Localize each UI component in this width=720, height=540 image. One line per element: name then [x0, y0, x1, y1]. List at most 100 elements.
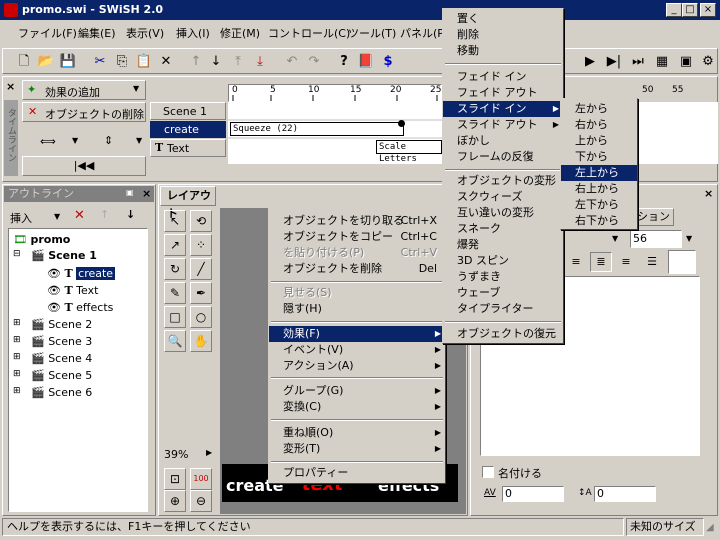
tree-item-promo[interactable]: 🎞 promo: [13, 233, 70, 246]
settings-icon[interactable]: ⚙: [698, 52, 718, 72]
menu-panel[interactable]: パネル(P): [400, 25, 448, 41]
subselect-tool-icon[interactable]: ⟲: [190, 210, 212, 232]
zoom-fit-icon[interactable]: ⊡: [164, 468, 186, 490]
justify-icon[interactable]: ☰: [642, 252, 662, 272]
effect-wave[interactable]: ウェーブ: [443, 285, 563, 301]
tree-item-scene5[interactable]: 🎬 Scene 5: [31, 369, 92, 382]
tree-item-scene3[interactable]: 🎬 Scene 3: [31, 335, 92, 348]
export-icon[interactable]: ▦: [652, 52, 672, 72]
dollar-icon[interactable]: $: [378, 52, 398, 72]
layout-tab[interactable]: レイアウト: [160, 186, 216, 220]
menu-order[interactable]: 重ね順(O) ▶: [269, 425, 445, 441]
play-icon[interactable]: ▶: [580, 52, 600, 72]
cut-icon[interactable]: ✂: [90, 52, 110, 72]
send-to-back-icon[interactable]: ⤓: [250, 52, 270, 72]
zoom-tool-icon[interactable]: 🔍: [164, 330, 186, 352]
align-center-icon[interactable]: ≣: [590, 252, 612, 272]
bring-to-front-icon[interactable]: ⤒: [228, 52, 248, 72]
outline-close-icon[interactable]: ×: [142, 187, 151, 200]
font-size-dropdown-icon[interactable]: ▼: [686, 234, 692, 243]
line-tool-icon[interactable]: ╱: [190, 258, 212, 280]
delete-object-button[interactable]: ✕ オブジェクトの削除: [22, 102, 146, 122]
effect-snake[interactable]: スネーク: [443, 221, 563, 237]
minimize-button[interactable]: _: [666, 3, 682, 17]
paste-icon[interactable]: 📋: [134, 52, 154, 72]
effect-typewriter[interactable]: タイプライター: [443, 301, 563, 317]
resize-grip-icon[interactable]: ◢: [706, 522, 714, 533]
outline-minimize-icon[interactable]: ▣: [126, 188, 134, 197]
menu-transform[interactable]: 変形(T) ▶: [269, 441, 445, 457]
slide-from-bottom-left[interactable]: 左下から: [561, 197, 637, 213]
effect-fade-out[interactable]: フェイド アウト: [443, 85, 563, 101]
properties-close-icon[interactable]: ×: [704, 187, 713, 200]
menu-view[interactable]: 表示(V): [126, 25, 164, 41]
expand-icon[interactable]: ⊞: [13, 318, 21, 328]
tree-item-scene1[interactable]: 🎬 Scene 1: [31, 249, 97, 262]
effect-blur[interactable]: ぼかし: [443, 133, 563, 149]
close-button[interactable]: ×: [700, 3, 716, 17]
tree-item-scene6[interactable]: 🎬 Scene 6: [31, 386, 92, 399]
menu-modify[interactable]: 修正(M): [220, 25, 260, 41]
transform-tool-icon[interactable]: ↗: [164, 234, 186, 256]
align-right-icon[interactable]: ≡: [616, 252, 636, 272]
leading-field[interactable]: 0: [594, 486, 656, 502]
open-folder-icon[interactable]: 📂: [36, 52, 56, 72]
menu-properties[interactable]: プロパティー: [269, 465, 445, 481]
menu-group[interactable]: グループ(G) ▶: [269, 383, 445, 399]
pencil-tool-icon[interactable]: ✎: [164, 282, 186, 304]
menu-event[interactable]: イベント(V) ▶: [269, 342, 445, 358]
reshape-tool-icon[interactable]: ⁘: [190, 234, 212, 256]
effect-slide-out[interactable]: スライド アウト ▶: [443, 117, 563, 133]
squeeze-effect-bar[interactable]: Squeeze (22): [230, 122, 404, 136]
menu-action[interactable]: アクション(A) ▶: [269, 358, 445, 374]
new-file-icon[interactable]: 🗋: [14, 52, 34, 72]
expand-icon[interactable]: ⊞: [13, 352, 21, 362]
move-icon[interactable]: ⟺: [40, 135, 56, 148]
undo-icon[interactable]: ↶: [282, 52, 302, 72]
collapse-icon[interactable]: ⊟: [13, 249, 21, 259]
color-swatch[interactable]: [668, 250, 696, 274]
add-effect-button[interactable]: ✦ 効果の追加 ▼: [22, 80, 146, 100]
name-checkbox[interactable]: [482, 466, 494, 478]
effect-restore-object[interactable]: オブジェクトの復元: [443, 326, 563, 342]
slide-from-right[interactable]: 右から: [561, 117, 637, 133]
redo-icon[interactable]: ↷: [304, 52, 324, 72]
effect-transform-object[interactable]: オブジェクトの変形: [443, 173, 563, 189]
maximize-button[interactable]: □: [682, 3, 698, 17]
slide-from-top-right[interactable]: 右上から: [561, 181, 637, 197]
menu-delete-object[interactable]: オブジェクトを削除 Del: [269, 261, 445, 277]
bring-forward-icon[interactable]: ↑: [186, 52, 206, 72]
timeline-row-text[interactable]: T Text: [150, 139, 226, 157]
save-icon[interactable]: 💾: [58, 52, 78, 72]
slide-from-top[interactable]: 上から: [561, 133, 637, 149]
zoom-arrow-icon[interactable]: ▶: [206, 448, 212, 457]
rewind-button[interactable]: |◀◀: [22, 156, 146, 176]
outline-insert-label[interactable]: 挿入: [10, 210, 32, 226]
delete-icon[interactable]: ✕: [156, 52, 176, 72]
zoom-out-icon[interactable]: ⊖: [190, 490, 212, 512]
slide-from-top-left[interactable]: 左上から: [561, 165, 637, 181]
menu-show[interactable]: 見せる(S): [269, 285, 445, 301]
effect-repeat-frame[interactable]: フレームの反復: [443, 149, 563, 165]
menu-tools[interactable]: ツール(T): [348, 25, 396, 41]
slide-from-bottom[interactable]: 下から: [561, 149, 637, 165]
menu-insert[interactable]: 挿入(I): [176, 25, 210, 41]
menu-effect[interactable]: 効果(F) ▶: [269, 326, 445, 342]
outline-tree[interactable]: 🎞 promo ⊟ 🎬 Scene 1 👁 T create 👁 T Text …: [8, 228, 148, 512]
tree-item-scene2[interactable]: 🎬 Scene 2: [31, 318, 92, 331]
menu-convert[interactable]: 変換(C) ▶: [269, 399, 445, 415]
outline-delete-icon[interactable]: ✕: [74, 208, 85, 223]
expand-icon[interactable]: ⊞: [13, 386, 21, 396]
effect-remove[interactable]: 削除: [443, 27, 563, 43]
outline-down-icon[interactable]: ↓: [126, 208, 135, 221]
menu-cut-object[interactable]: オブジェクトを切り取る Ctrl+X: [269, 213, 445, 229]
end-icon[interactable]: ⏭: [628, 52, 648, 72]
timeline-row-scene1[interactable]: Scene 1: [150, 102, 226, 120]
height-dropdown-icon[interactable]: ▼: [136, 136, 142, 145]
menu-file[interactable]: ファイル(F): [18, 25, 77, 41]
zoom-level[interactable]: 39%: [164, 448, 188, 461]
menu-edit[interactable]: 編集(E): [78, 25, 116, 41]
move-dropdown-icon[interactable]: ▼: [72, 136, 78, 145]
tree-item-text[interactable]: 👁 T Text: [47, 284, 98, 297]
effect-squeeze[interactable]: スクウィーズ: [443, 189, 563, 205]
